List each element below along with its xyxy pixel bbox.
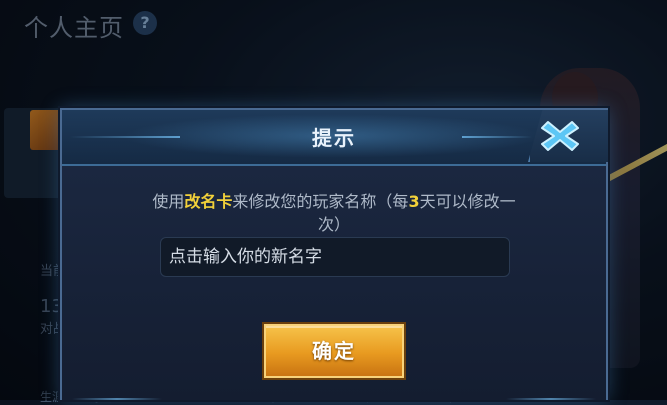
dialog-header: 提示 <box>62 110 606 166</box>
rename-card-highlight: 改名卡 <box>184 192 233 211</box>
message-prefix: 使用 <box>152 192 185 211</box>
dialog-message: 使用改名卡来修改您的玩家名称（每3天可以修改一次） <box>152 190 516 236</box>
close-icon <box>541 121 579 151</box>
rename-dialog: 提示 使用改名卡来修改您的玩家名称（每3天可以修改一次） 确定 <box>60 108 608 400</box>
message-middle: 来修改您的玩家名称（每 <box>232 192 409 211</box>
dialog-title: 提示 <box>312 126 356 150</box>
days-highlight: 3 <box>408 192 420 211</box>
new-name-input[interactable] <box>160 237 510 277</box>
confirm-button[interactable]: 确定 <box>264 324 404 378</box>
close-button[interactable] <box>538 116 582 156</box>
